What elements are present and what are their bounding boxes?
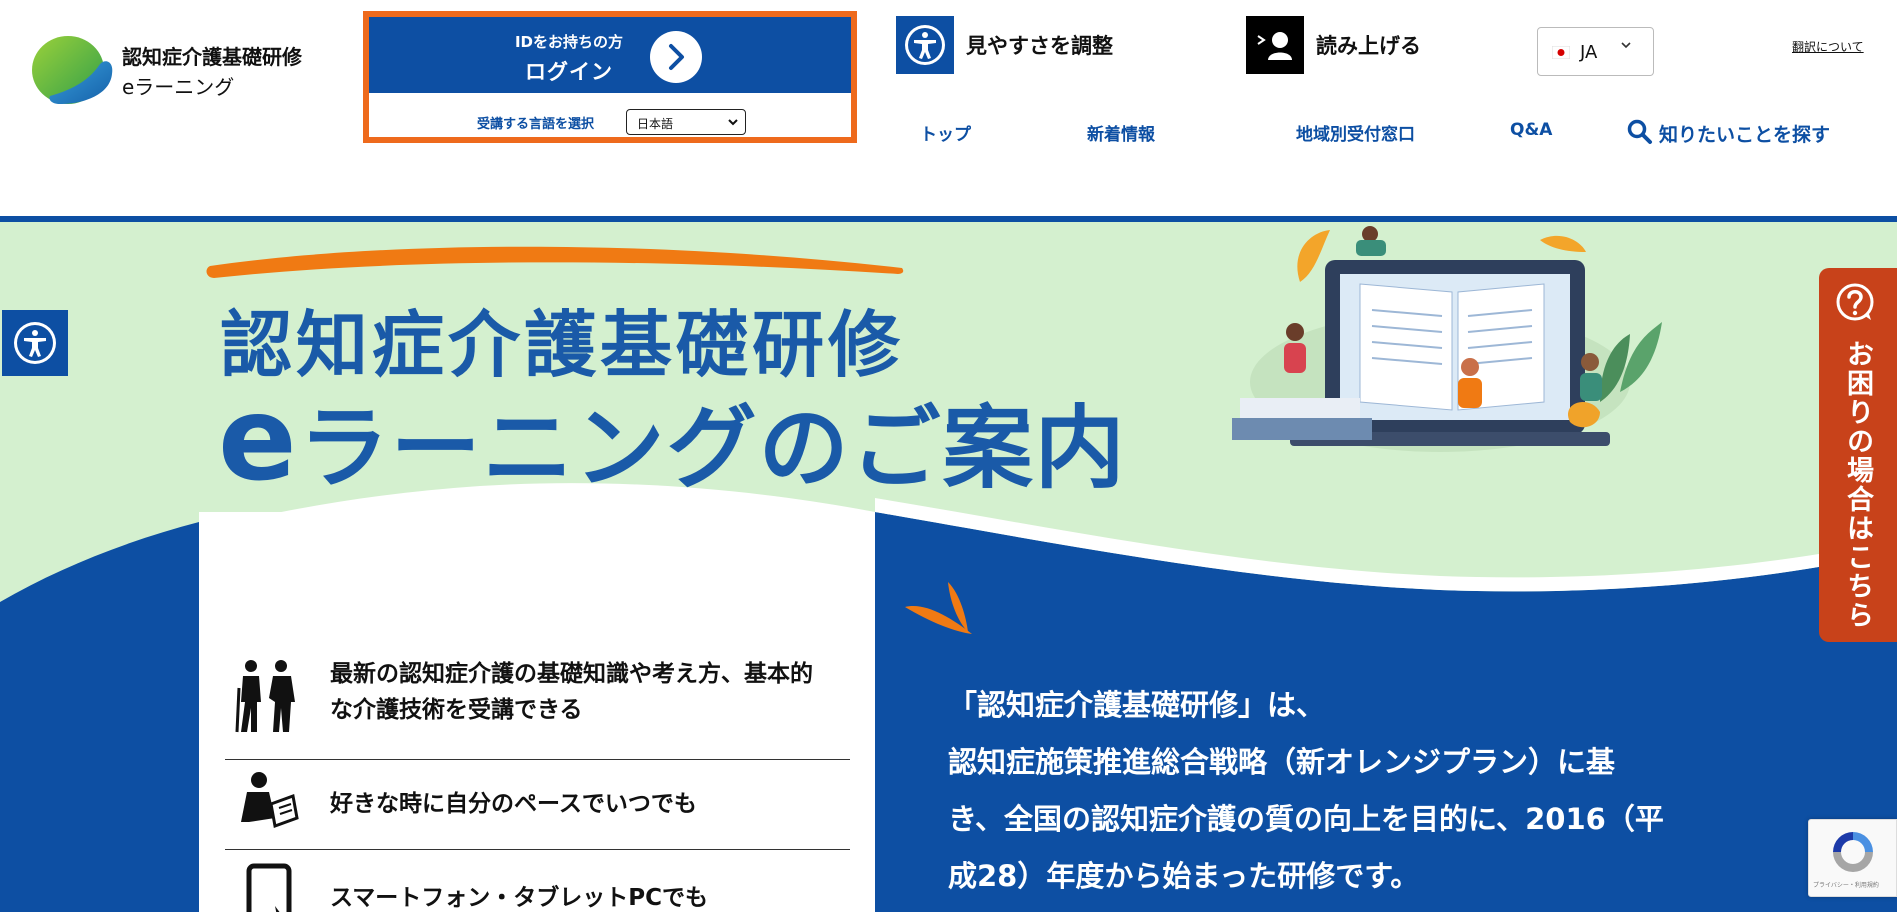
intro-line4: 成28）年度から始まった研修です。 (948, 859, 1420, 893)
feature-text: 最新の認知症介護の基礎知識や考え方、基本的 な介護技術を受講できる (330, 656, 813, 728)
nav-news[interactable]: 新着情報 (1087, 120, 1155, 145)
feature-item: 好きな時に自分のペースでいつでも (225, 760, 850, 850)
chevron-right-icon[interactable] (650, 31, 702, 83)
accessibility-adjust-label: 見やすさを調整 (966, 34, 1113, 58)
read-aloud-icon (1246, 16, 1304, 74)
site-logo[interactable] (30, 34, 114, 106)
feature-text-line2: な介護技術を受講できる (330, 697, 583, 723)
read-aloud-label: 読み上げる (1316, 34, 1421, 58)
translation-info-link[interactable]: 翻訳について (1792, 38, 1864, 55)
intro-line3: き、全国の認知症介護の質の向上を目的に、2016（平 (948, 802, 1664, 836)
search-icon (1627, 119, 1652, 144)
hero-section: 認知症介護基礎研修 eラーニングのご案内 最新の認知症介護の基礎知識や考え方、基… (0, 222, 1897, 912)
accessibility-icon (896, 16, 954, 74)
site-header: 認知症介護基礎研修 eラーニング IDをお持ちの方 ログイン 受講する言語を選択… (0, 0, 1897, 216)
site-title[interactable]: 認知症介護基礎研修 eラーニング (122, 42, 302, 102)
language-select[interactable]: 日本語 (626, 109, 746, 135)
recaptcha-badge[interactable]: プライバシー・利用規約 (1808, 819, 1897, 897)
login-label: ログイン (525, 60, 613, 84)
intro-text: 「認知症介護基礎研修」は、 認知症施策推進総合戦略（新オレンジプラン）に基 き、… (948, 677, 1728, 905)
login-button[interactable]: IDをお持ちの方 ログイン (369, 17, 851, 93)
feature-item: 最新の認知症介護の基礎知識や考え方、基本的 な介護技術を受講できる (225, 642, 850, 760)
feature-text: スマートフォン・タブレットPCでも (330, 885, 709, 911)
language-select-label: 受講する言語を選択 (477, 117, 595, 132)
recaptcha-terms[interactable]: プライバシー・利用規約 (1813, 880, 1879, 889)
site-title-line1: 認知症介護基礎研修 (122, 45, 302, 69)
language-select-value: 日本語 (637, 117, 674, 131)
language-row: 受講する言語を選択 日本語 (369, 103, 851, 139)
feature-text-line1: 最新の認知症介護の基礎知識や考え方、基本的 (330, 661, 813, 687)
hero-title-e: e (218, 372, 299, 507)
nav-search-label: 知りたいことを探す (1659, 124, 1831, 146)
nav-faq[interactable]: Q&A (1510, 120, 1552, 140)
japan-flag-icon (1552, 46, 1570, 59)
intro-line1: 「認知症介護基礎研修」は、 (948, 688, 1326, 722)
site-title-line2: eラーニング (122, 75, 235, 99)
site-language-select[interactable]: JA (1537, 27, 1654, 76)
site-language-value: JA (1580, 42, 1598, 63)
feature-list: 最新の認知症介護の基礎知識や考え方、基本的 な介護技術を受講できる 好きな時に自… (225, 642, 850, 912)
feature-item: スマートフォン・タブレットPCでも (225, 850, 850, 912)
caregiver-elderly-icon (235, 658, 299, 734)
help-tab-label: お困りの場合はこちら (1842, 340, 1873, 630)
accessibility-icon (14, 322, 56, 364)
feature-text: 好きな時に自分のペースでいつでも (330, 791, 697, 817)
chevron-down-icon (1621, 42, 1631, 49)
login-box: IDをお持ちの方 ログイン 受講する言語を選択 日本語 (363, 11, 857, 143)
page: 認知症介護基礎研修 eラーニング IDをお持ちの方 ログイン 受講する言語を選択… (0, 0, 1897, 912)
hero-illustration (1232, 226, 1662, 452)
accessibility-toolbar-button[interactable] (2, 310, 68, 376)
hero-title-line2: eラーニングのご案内 (218, 372, 1127, 507)
recaptcha-icon (1833, 832, 1873, 872)
help-tab[interactable]: お困りの場合はこちら (1819, 268, 1897, 642)
question-icon (1836, 283, 1874, 321)
nav-regional-desk[interactable]: 地域別受付窓口 (1296, 120, 1415, 145)
login-sub-label: IDをお持ちの方 (514, 33, 624, 51)
nav-top[interactable]: トップ (920, 120, 971, 145)
tablet-icon (235, 862, 299, 912)
hero-title-rest: ラーニングのご案内 (298, 396, 1127, 501)
chevron-down-icon (728, 119, 738, 126)
intro-line2: 認知症施策推進総合戦略（新オレンジプラン）に基 (948, 745, 1616, 779)
person-reading-icon (235, 768, 299, 844)
